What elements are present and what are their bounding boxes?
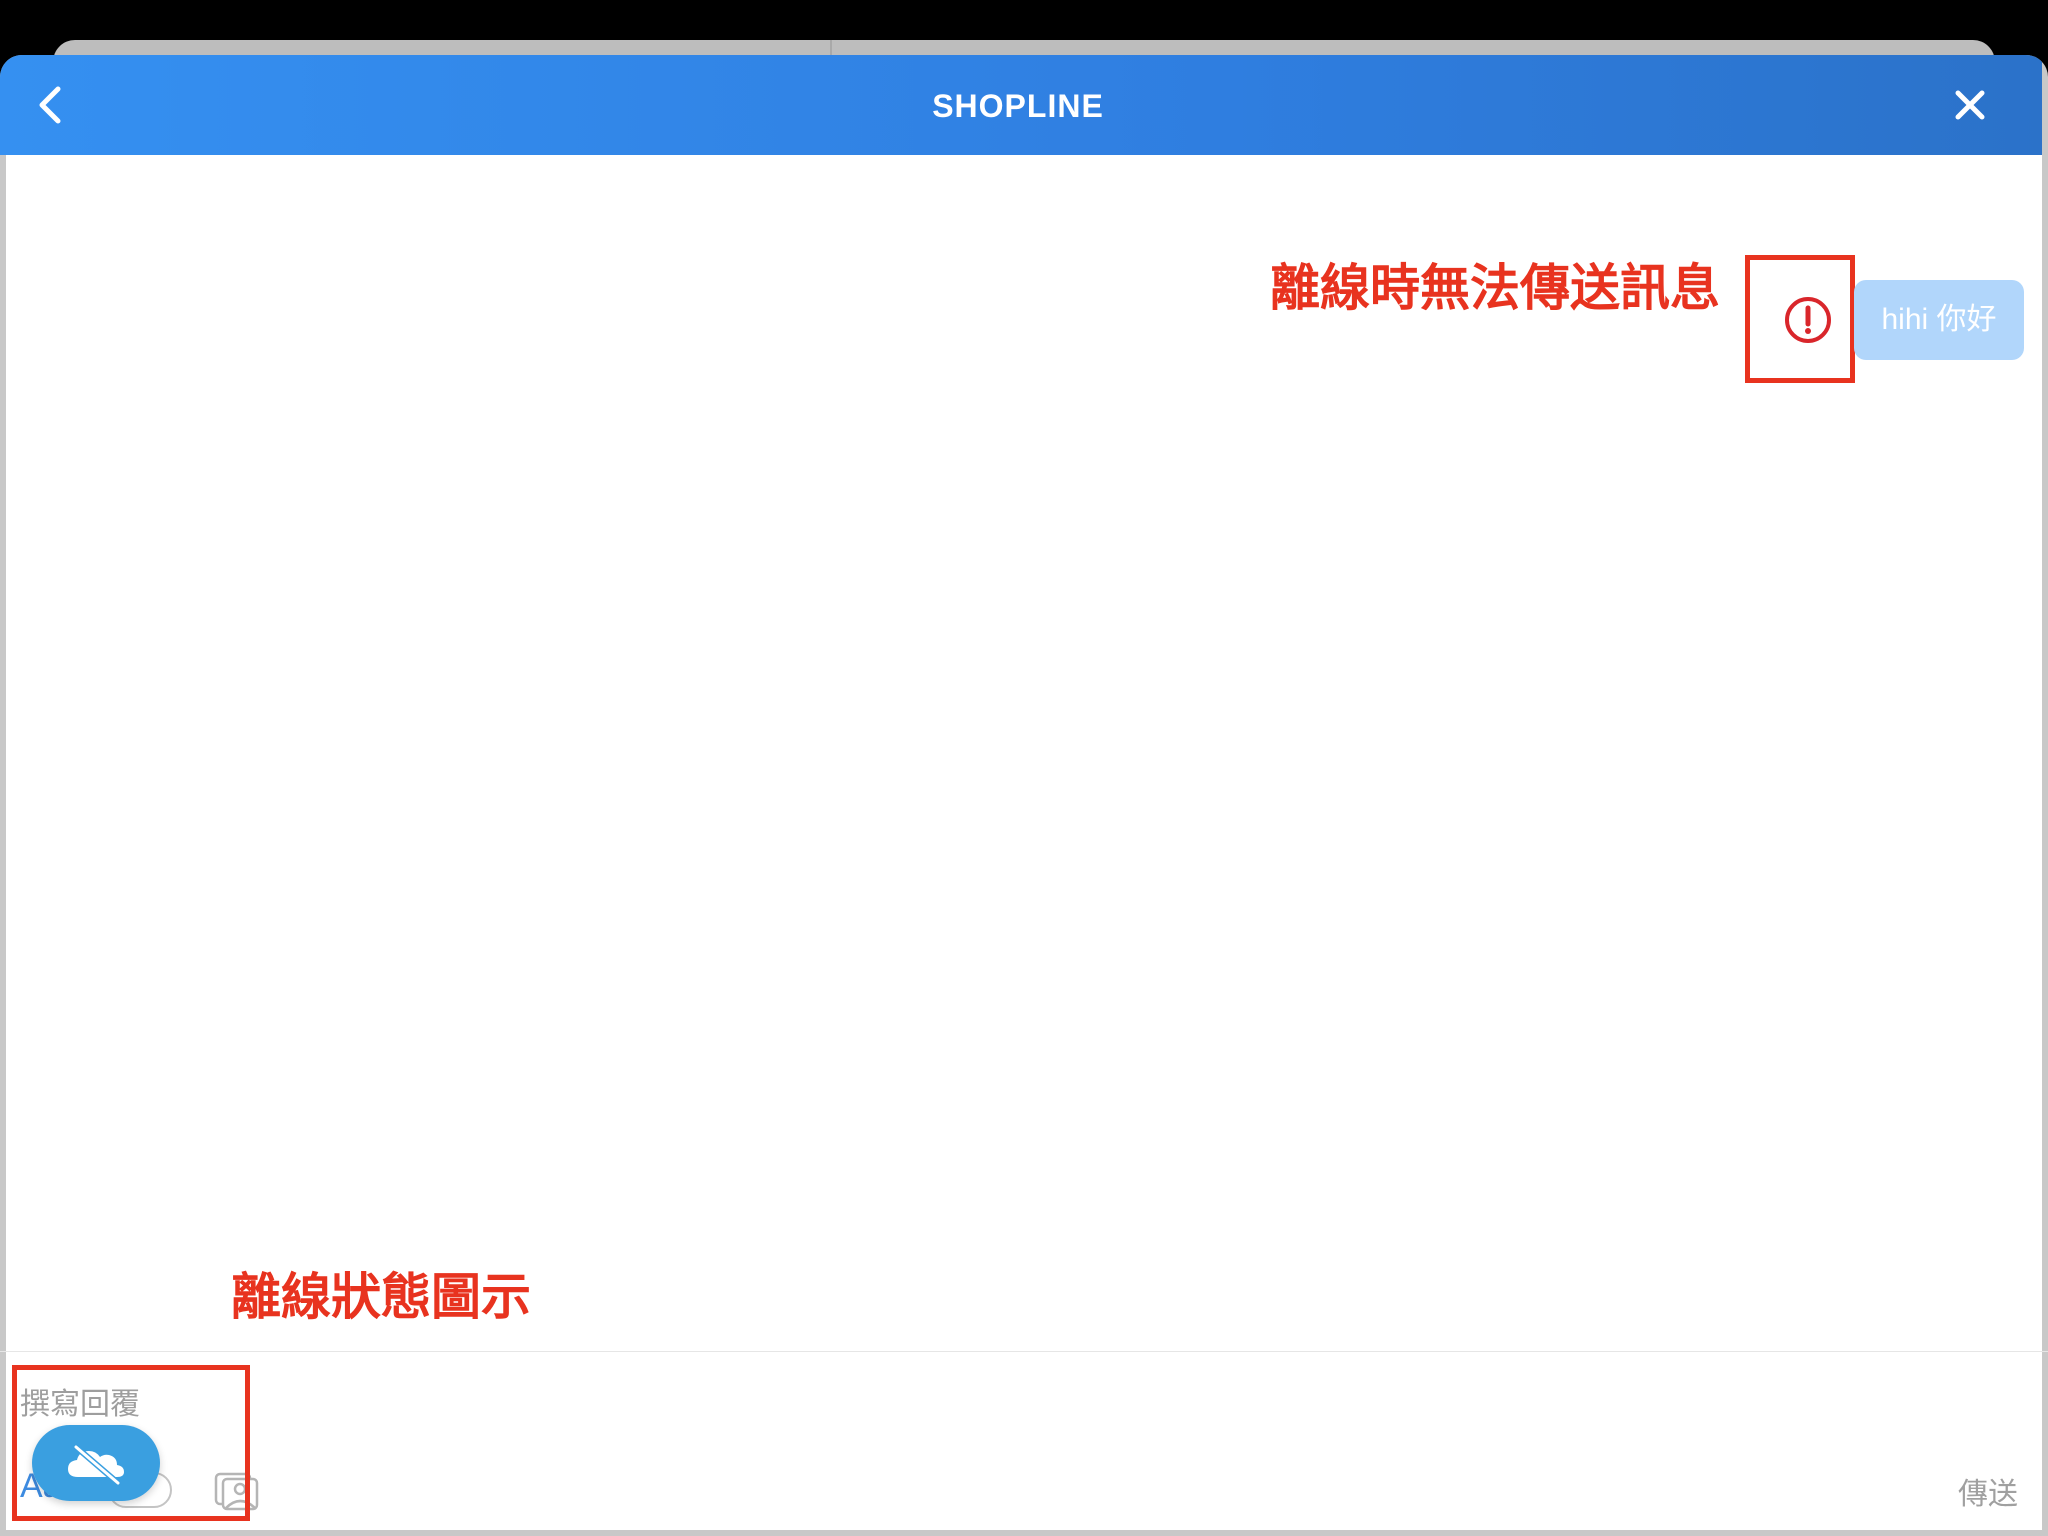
close-icon <box>1955 90 1985 120</box>
reply-input[interactable] <box>20 1380 1720 1428</box>
chevron-left-icon <box>39 86 61 124</box>
composer-divider <box>0 1351 2048 1352</box>
error-exclamation-svg <box>1785 297 1831 343</box>
send-button[interactable]: 傳送 <box>1958 1469 2018 1513</box>
chat-header: SHOPLINE <box>0 55 2042 155</box>
error-exclamation-icon[interactable] <box>1783 295 1833 345</box>
annotation-offline-status: 離線狀態圖示 <box>231 1268 531 1326</box>
header-title: SHOPLINE <box>932 88 1104 124</box>
close-button[interactable] <box>1942 77 1998 133</box>
annotation-box-offline <box>12 1365 250 1521</box>
annotation-send-failure: 離線時無法傳送訊息 <box>1270 259 1720 317</box>
back-button[interactable] <box>24 77 80 133</box>
message-bubble[interactable]: hihi 你好 <box>1854 280 2024 360</box>
